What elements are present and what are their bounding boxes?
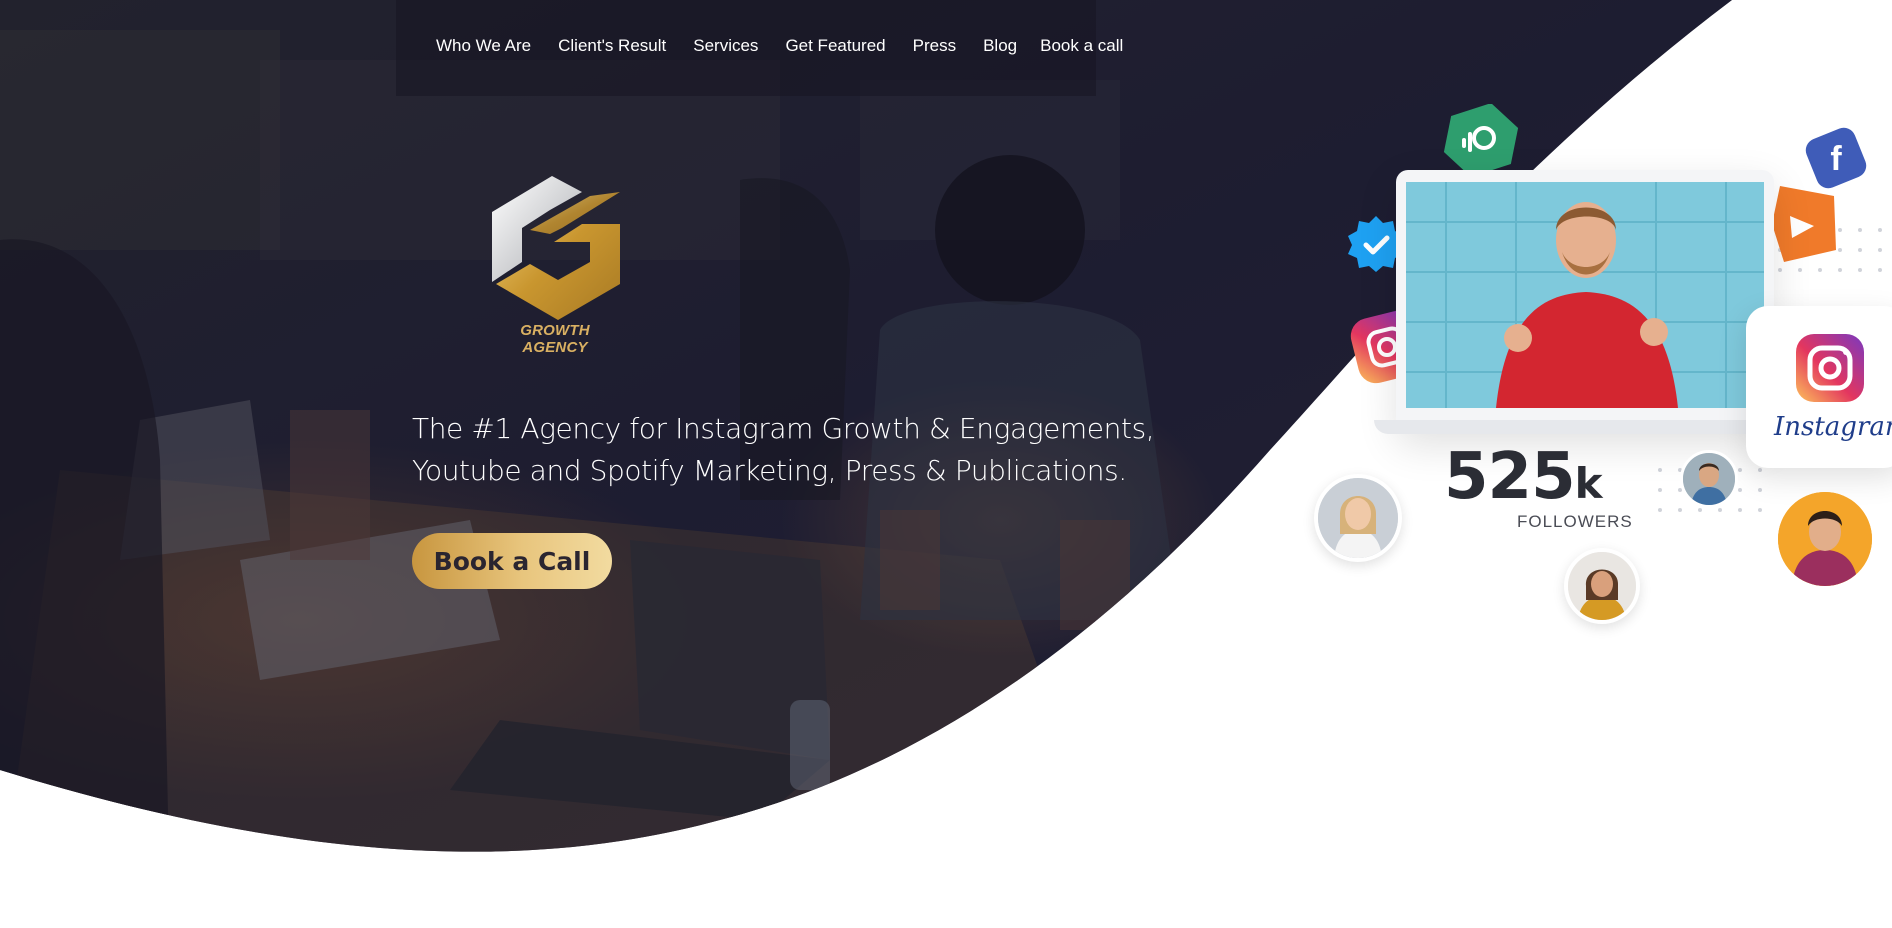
- woman-mustard-avatar-photo: [1568, 552, 1636, 620]
- followers-count: 525k: [1444, 440, 1603, 514]
- laptop-mockup: [1374, 170, 1796, 434]
- avatar: [1564, 548, 1640, 624]
- followers-suffix: k: [1574, 459, 1603, 508]
- avatar: [1778, 492, 1872, 586]
- page: Who We Are Client's Result Services Get …: [0, 0, 1892, 928]
- nav-services[interactable]: Services: [693, 36, 758, 56]
- woman-avatar-photo: [1318, 478, 1398, 558]
- svg-text:f: f: [1830, 140, 1842, 178]
- nav-blog[interactable]: Blog: [983, 36, 1017, 56]
- laptop-screen-photo: [1406, 182, 1764, 408]
- nav-clients-result[interactable]: Client's Result: [558, 36, 666, 56]
- nav-get-featured[interactable]: Get Featured: [785, 36, 885, 56]
- laptop-base: [1374, 420, 1796, 434]
- main-navigation: Who We Are Client's Result Services Get …: [396, 0, 1123, 96]
- play-icon: [1772, 186, 1836, 262]
- man-glasses-avatar-photo: [1683, 453, 1735, 505]
- hero-headline: The #1 Agency for Instagram Growth & Eng…: [412, 412, 1155, 487]
- avatar: [1680, 450, 1738, 508]
- celebrating-man-photo: [1406, 182, 1764, 408]
- smiling-man-avatar-photo: [1778, 492, 1872, 586]
- nav-book-a-call[interactable]: Book a call: [1040, 36, 1123, 56]
- instagram-wordmark: Instagram: [1774, 412, 1892, 442]
- followers-label: FOLLOWERS: [1517, 512, 1633, 531]
- nav-press[interactable]: Press: [913, 36, 956, 56]
- instagram-logo-icon: [1796, 334, 1864, 402]
- logo-wordmark: GROWTH AGENCY: [520, 322, 590, 356]
- growth-agency-logo[interactable]: GROWTH AGENCY: [490, 172, 626, 356]
- book-a-call-button[interactable]: Book a Call: [412, 533, 612, 589]
- logo-mark-icon: [492, 176, 620, 320]
- nav-who-we-are[interactable]: Who We Are: [436, 36, 531, 56]
- podcast-icon: [1443, 104, 1519, 176]
- followers-number: 525: [1444, 440, 1576, 514]
- instagram-card: Instagram: [1746, 306, 1892, 468]
- avatar: [1314, 474, 1402, 562]
